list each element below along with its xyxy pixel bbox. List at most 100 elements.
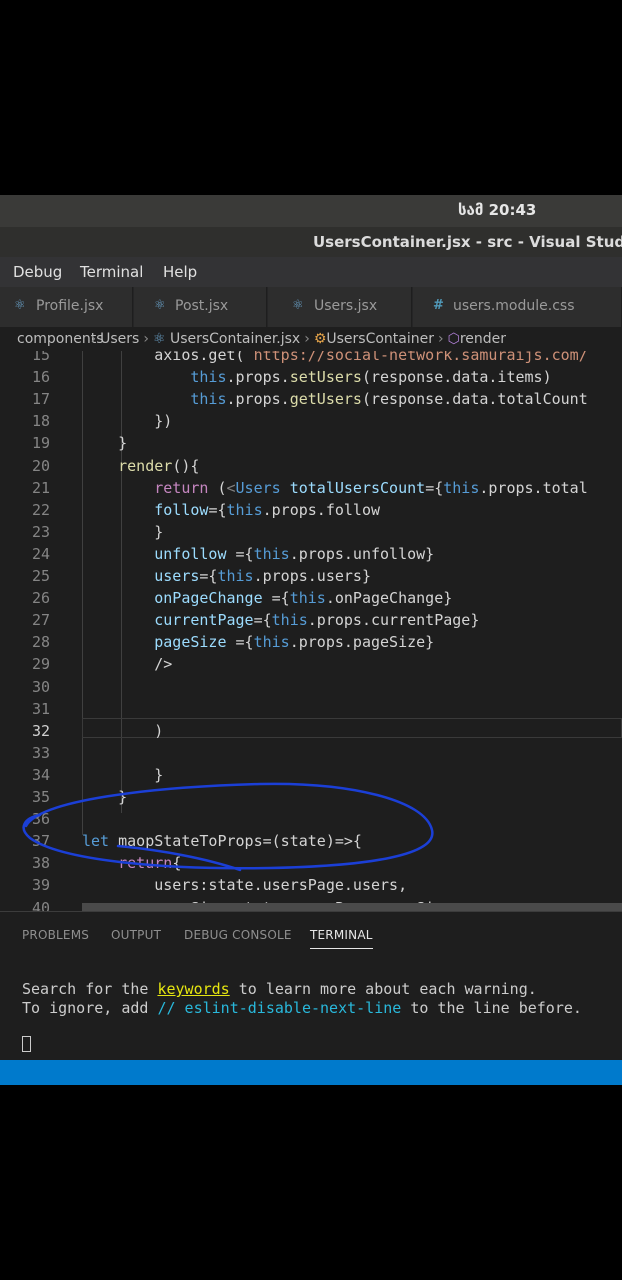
editor-tab-bar: ⚛ Profile.jsx ⚛ Post.jsx ⚛ Users.jsx # u… [0, 287, 622, 327]
line-number: 17 [31, 390, 50, 409]
line-number: 39 [31, 876, 50, 895]
code-text: return{ [118, 854, 182, 873]
code-line: 37 let maopStateToProps=(state)=>{ [0, 830, 622, 852]
code-line: 31 [0, 698, 622, 720]
code-text: follow={this.props.follow [154, 500, 381, 519]
code-line: 23 } [0, 521, 622, 543]
code-line: 32 ) [0, 720, 622, 742]
system-clock: სამ 20:43 [458, 201, 537, 219]
code-text: } [82, 434, 128, 453]
code-line: 20 render(){ [0, 455, 622, 477]
line-number: 19 [31, 434, 50, 453]
code-line: 30 [0, 676, 622, 698]
terminal-text: to the line before. [401, 999, 582, 1017]
line-number: 37 [31, 832, 50, 851]
chevron-right-icon: › [304, 331, 310, 347]
breadcrumb-users[interactable]: Users [100, 331, 139, 347]
code-text: unfollow ={this.props.unfollow} [154, 544, 435, 563]
tab-label: Post.jsx [175, 298, 229, 314]
line-number: 28 [31, 633, 50, 652]
code-line: 18 }) [0, 410, 622, 432]
bottom-panel: PROBLEMS OUTPUT DEBUG CONSOLE TERMINAL S… [0, 911, 622, 1061]
tab-terminal[interactable]: TERMINAL [310, 928, 373, 949]
terminal-cursor[interactable] [22, 1036, 31, 1052]
line-number: 24 [31, 544, 50, 563]
terminal-line-1: Search for the keywords to learn more ab… [22, 980, 537, 998]
code-text: users:state.usersPage.users, [82, 876, 408, 895]
status-bar [0, 1060, 622, 1085]
code-text: this.props.getUsers(response.data.totalC… [190, 390, 588, 409]
code-editor[interactable]: 15 axios.get( https://social-network.sam… [0, 351, 622, 911]
line-number: 36 [31, 810, 50, 829]
system-top-bar: სამ 20:43 [0, 195, 622, 227]
terminal-keyword-link[interactable]: keywords [157, 980, 229, 998]
code-text: axios.get( https://social-network.samura… [82, 351, 588, 364]
code-line: 15 axios.get( https://social-network.sam… [0, 351, 622, 366]
terminal-line-2: To ignore, add // eslint-disable-next-li… [22, 999, 582, 1017]
react-icon: ⚛ [152, 331, 170, 347]
code-line: 27 currentPage={this.props.currentPage} [0, 609, 622, 631]
line-number: 22 [31, 500, 50, 519]
menu-terminal[interactable]: Terminal [80, 263, 143, 281]
window-title-bar: UsersContainer.jsx - src - Visual Studio [0, 227, 622, 257]
terminal-text: to learn more about each warning. [229, 980, 537, 998]
code-line: 33 [0, 742, 622, 764]
line-number: 40 [31, 898, 50, 912]
breadcrumb-method[interactable]: render [460, 331, 506, 347]
line-number: 29 [31, 655, 50, 674]
code-text: this.props.setUsers(response.data.items) [190, 368, 552, 387]
tab-label: Profile.jsx [36, 298, 104, 314]
line-number: 30 [31, 677, 50, 696]
line-number: 38 [31, 854, 50, 873]
tab-profile-jsx[interactable]: ⚛ Profile.jsx [0, 287, 133, 327]
tab-label: Users.jsx [314, 298, 378, 314]
code-text: let maopStateToProps=(state)=>{ [82, 832, 362, 851]
code-text: currentPage={this.props.currentPage} [154, 611, 480, 630]
breadcrumb-class[interactable]: UsersContainer [326, 331, 434, 347]
tab-problems[interactable]: PROBLEMS [22, 928, 89, 942]
line-number: 31 [31, 699, 50, 718]
code-text: onPageChange ={this.onPageChange} [154, 589, 453, 608]
line-number: 34 [31, 765, 50, 784]
horizontal-scrollbar[interactable] [82, 903, 622, 911]
code-text: ) [82, 721, 164, 740]
line-number: 20 [31, 456, 50, 475]
code-text: render(){ [118, 456, 200, 475]
code-text: pageSize ={this.props.pageSize} [154, 633, 435, 652]
line-number: 27 [31, 611, 50, 630]
line-number: 25 [31, 567, 50, 585]
code-line: 24 unfollow ={this.props.unfollow} [0, 543, 622, 565]
tab-debug-console[interactable]: DEBUG CONSOLE [184, 928, 292, 942]
code-text: } [82, 522, 164, 541]
terminal-text: Search for the [22, 980, 158, 998]
terminal-comment: // eslint-disable-next-line [157, 999, 402, 1017]
tab-output[interactable]: OUTPUT [111, 928, 161, 942]
code-line: 28 pageSize ={this.props.pageSize} [0, 631, 622, 653]
tab-post-jsx[interactable]: ⚛ Post.jsx [134, 287, 267, 327]
code-line: 17 this.props.getUsers(response.data.tot… [0, 388, 622, 410]
vscode-screen: სამ 20:43 UsersContainer.jsx - src - Vis… [0, 195, 622, 1085]
menu-bar: Debug Terminal Help [0, 257, 622, 287]
line-number: 15 [31, 351, 50, 364]
code-line: 19 } [0, 432, 622, 454]
line-number: 32 [31, 721, 50, 740]
class-symbol-icon: ⚙ [313, 331, 327, 347]
react-icon: ⚛ [292, 298, 304, 313]
chevron-right-icon: › [143, 331, 149, 347]
method-symbol-icon: ⬡ [447, 331, 460, 347]
tab-users-jsx[interactable]: ⚛ Users.jsx [268, 287, 412, 327]
react-icon: ⚛ [154, 298, 166, 313]
window-title: UsersContainer.jsx - src - Visual Studio [313, 233, 622, 251]
breadcrumb-file[interactable]: UsersContainer.jsx [170, 331, 300, 347]
menu-help[interactable]: Help [163, 263, 197, 281]
line-number: 23 [31, 522, 50, 541]
line-number: 26 [31, 589, 50, 608]
code-line: 29 /> [0, 653, 622, 675]
breadcrumb: components› Users › ⚛ UsersContainer.jsx › ⚙U… [0, 327, 622, 351]
line-number: 18 [31, 412, 50, 431]
menu-debug[interactable]: Debug [13, 263, 62, 281]
tab-users-module-css[interactable]: # users.module.css [413, 287, 622, 327]
react-icon: ⚛ [14, 298, 26, 313]
code-text: } [82, 765, 164, 784]
code-line: 35 } [0, 786, 622, 808]
